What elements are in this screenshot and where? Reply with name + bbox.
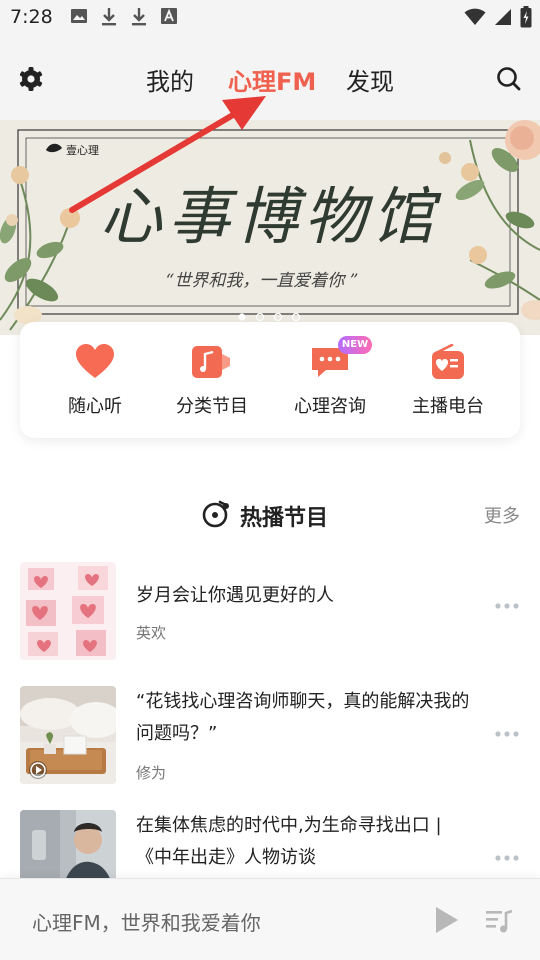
tab-mine[interactable]: 我的 <box>146 62 194 97</box>
music-note-icon <box>192 346 230 378</box>
heart-icon <box>76 344 114 378</box>
notification-icons <box>70 7 178 27</box>
status-bar: 7:28 <box>0 0 540 38</box>
status-time: 7:28 <box>10 6 53 28</box>
banner-subtitle: “世界和我，一直爱着你 ” <box>166 271 359 291</box>
wifi-icon <box>464 8 486 25</box>
system-icons <box>464 6 532 28</box>
quick-access-card: 随心听 分类节目 NEW 心理咨询 主播电台 <box>20 322 520 438</box>
battery-charging-icon <box>520 6 532 28</box>
program-thumbnail <box>20 562 116 660</box>
mini-player[interactable]: 心理FM，世界和我爱着你 <box>0 878 540 960</box>
settings-gear-icon[interactable] <box>16 64 46 94</box>
download-icon <box>132 8 146 26</box>
promo-banner[interactable]: 壹心理 心事博物馆 “世界和我，一直爱着你 ” <box>0 120 540 335</box>
signal-icon <box>495 9 511 25</box>
download-icon <box>102 8 116 26</box>
program-title: 在集体焦虑的时代中,为生命寻找出口 |《中年出走》人物访谈 <box>136 815 442 868</box>
image-icon <box>71 9 87 23</box>
vinyl-disc-icon <box>202 500 229 528</box>
banner-brand: 壹心理 <box>66 144 99 157</box>
tab-psychology-fm[interactable]: 心理FM <box>228 62 316 97</box>
now-playing-title: 心理FM，世界和我爱着你 <box>32 911 261 935</box>
playlist-icon[interactable] <box>484 905 514 935</box>
font-icon <box>161 8 177 24</box>
more-options-icon[interactable] <box>494 602 520 610</box>
quick-label: 主播电台 <box>412 396 484 417</box>
more-options-icon[interactable] <box>494 730 520 738</box>
more-options-icon[interactable] <box>494 854 520 862</box>
quick-categories[interactable]: 分类节目 <box>152 344 272 418</box>
program-title: “花钱找心理咨询师聊天，真的能解决我的问题吗？” <box>136 691 470 744</box>
more-link[interactable]: 更多 <box>484 502 520 528</box>
app-screen: 7:28 我的 心理FM 发现 壹心理 心事博物馆 “世界和我，一直爱着你 ” … <box>0 0 540 960</box>
program-thumbnail <box>20 686 116 784</box>
program-title: 岁月会让你遇见更好的人 <box>136 585 334 606</box>
tab-discover[interactable]: 发现 <box>346 62 394 97</box>
quick-counseling[interactable]: NEW 心理咨询 <box>270 336 390 418</box>
quick-label: 分类节目 <box>176 396 248 417</box>
search-icon[interactable] <box>494 64 524 94</box>
section-title: 热播节目 <box>240 506 329 531</box>
banner-title: 心事博物馆 <box>100 180 442 253</box>
quick-label: 随心听 <box>68 396 122 417</box>
program-item[interactable]: 岁月会让你遇见更好的人 英欢 <box>0 562 540 662</box>
program-author: 英欢 <box>136 624 167 642</box>
new-badge: NEW <box>338 336 372 354</box>
top-nav: 我的 心理FM 发现 <box>0 38 540 120</box>
quick-random-listen[interactable]: 随心听 <box>35 344 155 418</box>
hot-programs-header: 热播节目 更多 <box>0 496 540 536</box>
program-item[interactable]: “花钱找心理咨询师聊天，真的能解决我的问题吗？” 修为 <box>0 686 540 786</box>
quick-label: 心理咨询 <box>294 396 366 417</box>
play-icon[interactable] <box>432 905 460 935</box>
radio-icon <box>432 343 464 379</box>
banner-dot-active[interactable] <box>238 313 246 321</box>
banner-artwork: 壹心理 心事博物馆 “世界和我，一直爱着你 ” <box>0 120 540 335</box>
program-author: 修为 <box>136 764 167 782</box>
quick-host-radio[interactable]: 主播电台 <box>388 343 508 418</box>
